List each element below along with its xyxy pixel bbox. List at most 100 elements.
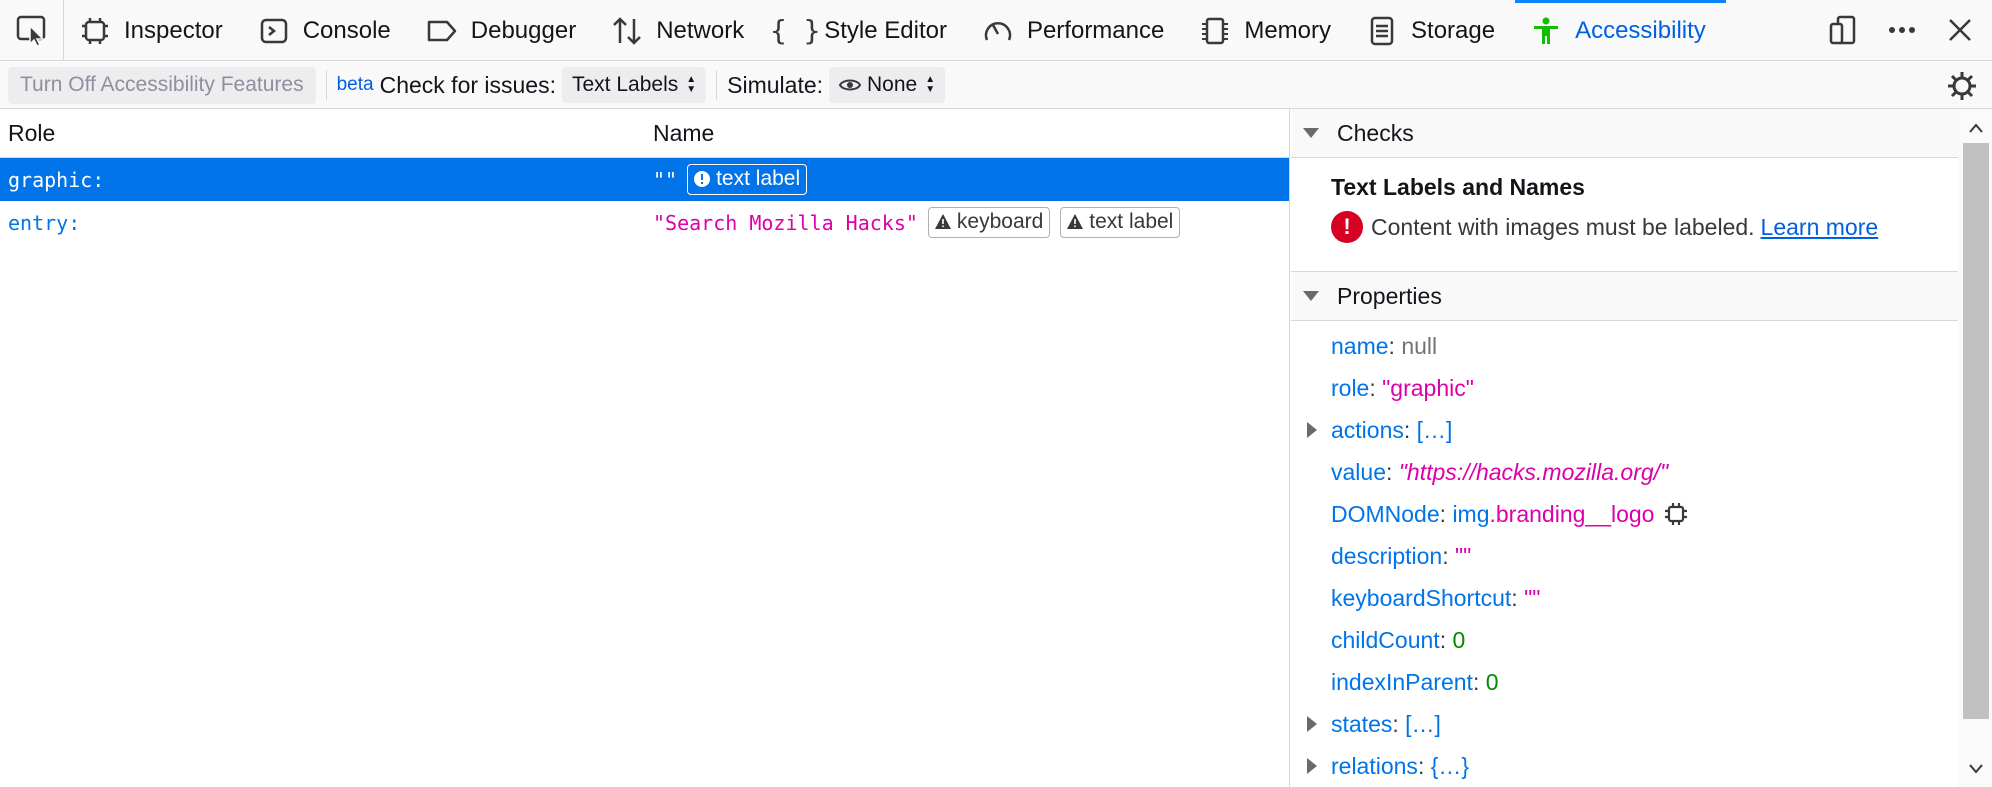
keyboard-badge[interactable]: keyboard bbox=[927, 207, 1051, 238]
inspector-icon bbox=[78, 14, 112, 48]
close-icon bbox=[1949, 19, 1971, 41]
tab-performance[interactable]: Performance bbox=[967, 0, 1184, 61]
properties-section-header[interactable]: Properties bbox=[1291, 272, 1958, 321]
scrollbar-thumb[interactable] bbox=[1963, 143, 1989, 719]
prop-key: indexInParent bbox=[1331, 668, 1473, 695]
inspect-node-icon[interactable] bbox=[1664, 502, 1688, 526]
prop-description[interactable]: description: "" bbox=[1291, 535, 1958, 577]
expand-twisty-icon[interactable] bbox=[1307, 716, 1317, 732]
prop-key: role bbox=[1331, 374, 1370, 401]
checks-section-header[interactable]: Checks bbox=[1291, 109, 1958, 158]
column-header-name[interactable]: Name bbox=[653, 120, 714, 147]
prop-value: "" bbox=[1455, 542, 1472, 569]
more-options-button[interactable] bbox=[1880, 8, 1924, 52]
scroll-up-button[interactable] bbox=[1961, 116, 1991, 140]
simulate-dropdown[interactable]: None ▲ ▼ bbox=[829, 67, 946, 103]
prop-relations[interactable]: relations: {…} bbox=[1291, 745, 1958, 787]
prop-value-class: .branding__logo bbox=[1489, 500, 1655, 527]
prop-value: "https://hacks.mozilla.org/" bbox=[1398, 458, 1669, 485]
tab-network[interactable]: Network bbox=[596, 0, 764, 61]
prop-value: […] bbox=[1405, 710, 1441, 737]
badge-label: keyboard bbox=[956, 210, 1044, 233]
prop-key: description bbox=[1331, 542, 1443, 569]
row-role: entry: bbox=[8, 210, 81, 235]
prop-key: childCount bbox=[1331, 626, 1440, 653]
eye-icon bbox=[839, 79, 862, 91]
prop-value: 0 bbox=[1485, 668, 1499, 695]
responsive-design-icon bbox=[1829, 15, 1856, 45]
tree-row[interactable]: graphic: "" text label bbox=[0, 158, 1289, 201]
prop-name[interactable]: name: null bbox=[1291, 325, 1958, 367]
scroll-down-button[interactable] bbox=[1961, 757, 1991, 781]
checks-body: Text Labels and Names ! Content with ima… bbox=[1291, 158, 1958, 272]
prop-keyboard-shortcut[interactable]: keyboardShortcut: "" bbox=[1291, 577, 1958, 619]
expand-twisty-icon[interactable] bbox=[1307, 758, 1317, 774]
prop-index-in-parent[interactable]: indexInParent: 0 bbox=[1291, 661, 1958, 703]
simulate-value: None bbox=[867, 73, 918, 96]
storage-icon bbox=[1365, 14, 1399, 48]
tab-label: Inspector bbox=[124, 16, 223, 44]
text-label-badge[interactable]: text label bbox=[687, 164, 808, 195]
prop-role[interactable]: role: "graphic" bbox=[1291, 367, 1958, 409]
properties-list: name: null role: "graphic" actions: […] … bbox=[1291, 321, 1958, 787]
learn-more-link[interactable]: Learn more bbox=[1761, 214, 1879, 241]
tab-style-editor[interactable]: { } Style Editor bbox=[764, 0, 967, 61]
prop-actions[interactable]: actions: […] bbox=[1291, 409, 1958, 451]
prop-colon: : bbox=[1369, 374, 1383, 401]
prop-colon: : bbox=[1511, 584, 1525, 611]
element-picker-icon bbox=[16, 15, 45, 47]
accessibility-tree: Role Name graphic: "" text label entry: … bbox=[0, 109, 1290, 787]
tab-storage[interactable]: Storage bbox=[1351, 0, 1515, 61]
chevron-up-icon bbox=[1969, 123, 1983, 133]
warning-icon bbox=[934, 214, 951, 229]
accessibility-toolbar: Turn Off Accessibility Features beta Che… bbox=[0, 62, 1992, 109]
checks-message: Content with images must be labeled. bbox=[1371, 213, 1755, 240]
tree-row[interactable]: entry: "Search Mozilla Hacks" keyboard t… bbox=[0, 201, 1289, 244]
row-name-value: "Search Mozilla Hacks" bbox=[653, 210, 918, 235]
prop-key: DOMNode bbox=[1331, 500, 1440, 527]
prop-value: "" bbox=[1524, 584, 1541, 611]
element-picker-button[interactable] bbox=[0, 0, 64, 60]
expand-twisty-icon[interactable] bbox=[1307, 422, 1317, 438]
settings-button[interactable] bbox=[1944, 68, 1980, 104]
prop-colon: : bbox=[1439, 500, 1453, 527]
prop-domnode[interactable]: DOMNode: img .branding__logo bbox=[1291, 493, 1958, 535]
check-for-issues-dropdown[interactable]: Text Labels ▲ ▼ bbox=[562, 67, 707, 103]
prop-value: "graphic" bbox=[1382, 374, 1474, 401]
text-label-badge[interactable]: text label bbox=[1060, 207, 1181, 238]
error-icon bbox=[694, 171, 711, 187]
tab-memory[interactable]: Memory bbox=[1184, 0, 1351, 61]
network-icon bbox=[610, 14, 644, 48]
responsive-design-button[interactable] bbox=[1822, 8, 1866, 52]
turn-off-accessibility-button[interactable]: Turn Off Accessibility Features bbox=[8, 66, 316, 104]
prop-colon: : bbox=[1439, 626, 1453, 653]
more-options-icon bbox=[1889, 27, 1915, 33]
toolbar-divider bbox=[716, 70, 718, 100]
prop-colon: : bbox=[1442, 542, 1456, 569]
prop-key: keyboardShortcut bbox=[1331, 584, 1512, 611]
checks-message-row: ! Content with images must be labeled. L… bbox=[1331, 211, 1958, 243]
accessibility-icon bbox=[1529, 14, 1563, 48]
tab-inspector[interactable]: Inspector bbox=[64, 0, 243, 61]
tab-console[interactable]: Console bbox=[243, 0, 411, 61]
prop-child-count[interactable]: childCount: 0 bbox=[1291, 619, 1958, 661]
beta-label: beta bbox=[336, 74, 374, 95]
prop-colon: : bbox=[1385, 458, 1399, 485]
prop-colon: : bbox=[1392, 710, 1406, 737]
tab-debugger[interactable]: Debugger bbox=[411, 0, 596, 61]
debugger-icon bbox=[425, 14, 459, 48]
prop-value[interactable]: value: "https://hacks.mozilla.org/" bbox=[1291, 451, 1958, 493]
dropdown-arrows-icon: ▲ ▼ bbox=[925, 74, 936, 95]
gear-icon bbox=[1948, 72, 1976, 100]
prop-states[interactable]: states: […] bbox=[1291, 703, 1958, 745]
close-devtools-button[interactable] bbox=[1938, 8, 1982, 52]
console-icon bbox=[257, 14, 291, 48]
collapse-twisty-icon bbox=[1303, 291, 1319, 301]
prop-key: relations bbox=[1331, 752, 1418, 779]
prop-value: 0 bbox=[1452, 626, 1466, 653]
tab-label: Storage bbox=[1411, 16, 1496, 44]
prop-value: null bbox=[1401, 332, 1438, 359]
column-header-role[interactable]: Role bbox=[0, 120, 653, 147]
prop-key: states bbox=[1331, 710, 1393, 737]
tab-accessibility[interactable]: Accessibility bbox=[1515, 0, 1726, 61]
